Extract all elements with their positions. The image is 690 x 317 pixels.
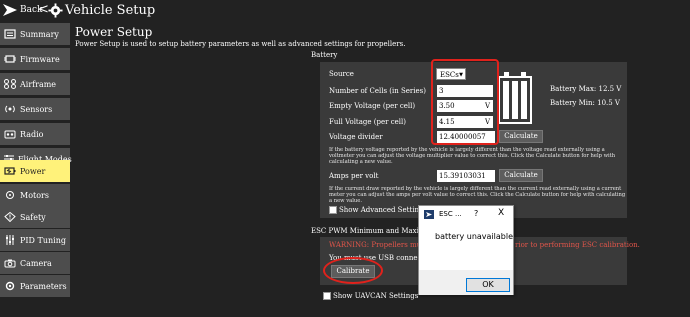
divider-help-text: If the battery voltage reported by the v… — [329, 147, 616, 166]
section-description: Power Setup is used to setup battery par… — [75, 40, 406, 48]
uavcan-settings-label: Show UAVCAN Settings — [333, 292, 419, 300]
battery-max: Battery Max: 12.5 V — [550, 85, 622, 93]
summary-icon — [3, 28, 17, 40]
esc-warning-tail: rior to performing ESC calibration. — [515, 241, 640, 249]
sensors-icon — [3, 103, 17, 115]
sidebar-item-label: Airframe — [20, 79, 57, 89]
sidebar-item-label: Sensors — [20, 104, 53, 114]
parameters-icon — [3, 280, 17, 292]
advanced-settings-checkbox[interactable] — [329, 206, 337, 214]
sidebar: Summary Firmware Airframe Sensors Radio … — [0, 23, 72, 317]
top-bar: Back < Vehicle Setup — [0, 0, 690, 22]
sidebar-item-label: Radio — [20, 129, 44, 139]
uavcan-settings-checkbox[interactable] — [323, 292, 331, 300]
sidebar-item-pid-tuning[interactable]: PID Tuning — [0, 229, 70, 251]
dialog-message: battery unavailable — [435, 232, 513, 241]
annotation-highlight-box — [431, 59, 499, 145]
sidebar-item-firmware[interactable]: Firmware — [0, 48, 70, 70]
amps-help-text: If the current draw reported by the vehi… — [329, 186, 626, 205]
cells-label: Number of Cells (in Series) — [329, 87, 426, 95]
sidebar-item-radio[interactable]: Radio — [0, 123, 70, 145]
close-icon[interactable]: X — [498, 208, 504, 218]
sidebar-item-label: Summary — [20, 29, 59, 39]
error-dialog: ESC ... ? X battery unavailable OK — [418, 205, 514, 295]
esc-warning: WARNING: Propellers mus — [329, 241, 425, 249]
source-label: Source — [329, 70, 354, 78]
help-icon[interactable]: ? — [474, 209, 478, 218]
camera-icon — [3, 257, 17, 269]
firmware-icon — [3, 53, 17, 65]
pid-tuning-icon — [3, 234, 17, 246]
app-logo-icon — [3, 4, 17, 16]
page-title: Vehicle Setup — [65, 3, 156, 18]
amps-per-volt-value: 15.39103031 — [439, 172, 486, 180]
sidebar-item-label: Parameters — [20, 281, 67, 291]
annotation-highlight-ellipse — [323, 257, 383, 284]
battery-min: Battery Min: 10.5 V — [550, 99, 620, 107]
gear-icon — [48, 3, 63, 18]
calculate-divider-button[interactable]: Calculate — [499, 130, 543, 143]
sidebar-item-label: Power — [20, 166, 46, 176]
sidebar-item-sensors[interactable]: Sensors — [0, 98, 70, 120]
sidebar-item-parameters[interactable]: Parameters — [0, 275, 70, 297]
advanced-settings-label: Show Advanced Settings — [339, 206, 428, 214]
radio-icon — [3, 128, 17, 140]
calculate-amps-button[interactable]: Calculate — [499, 169, 543, 182]
section-title: Power Setup — [75, 25, 153, 39]
battery-icon — [498, 72, 532, 124]
amps-per-volt-field[interactable]: 15.39103031 — [437, 170, 495, 182]
sidebar-item-label: Camera — [20, 258, 52, 268]
airframe-icon — [3, 78, 17, 90]
app-window-icon — [424, 210, 434, 219]
sidebar-item-label: Firmware — [20, 54, 60, 64]
sidebar-item-camera[interactable]: Camera — [0, 252, 70, 274]
sidebar-item-safety[interactable]: Safety — [0, 206, 70, 228]
ok-button[interactable]: OK — [466, 278, 510, 292]
sidebar-item-label: PID Tuning — [20, 235, 66, 245]
sidebar-item-motors[interactable]: Motors — [0, 184, 70, 206]
amps-per-volt-label: Amps per volt — [329, 172, 379, 180]
sidebar-item-power[interactable]: Power — [0, 160, 70, 182]
empty-voltage-label: Empty Voltage (per cell) — [329, 102, 416, 110]
sidebar-item-label: Safety — [20, 212, 46, 222]
power-icon — [3, 165, 17, 177]
sidebar-item-summary[interactable]: Summary — [0, 23, 70, 45]
motors-icon — [3, 189, 17, 201]
voltage-divider-label: Voltage divider — [329, 133, 383, 141]
dialog-title: ESC ... — [439, 210, 462, 218]
full-voltage-label: Full Voltage (per cell) — [329, 118, 406, 126]
battery-header: Battery — [311, 51, 338, 59]
safety-icon — [3, 211, 17, 223]
sidebar-item-label: Motors — [20, 190, 49, 200]
sidebar-item-airframe[interactable]: Airframe — [0, 73, 70, 95]
